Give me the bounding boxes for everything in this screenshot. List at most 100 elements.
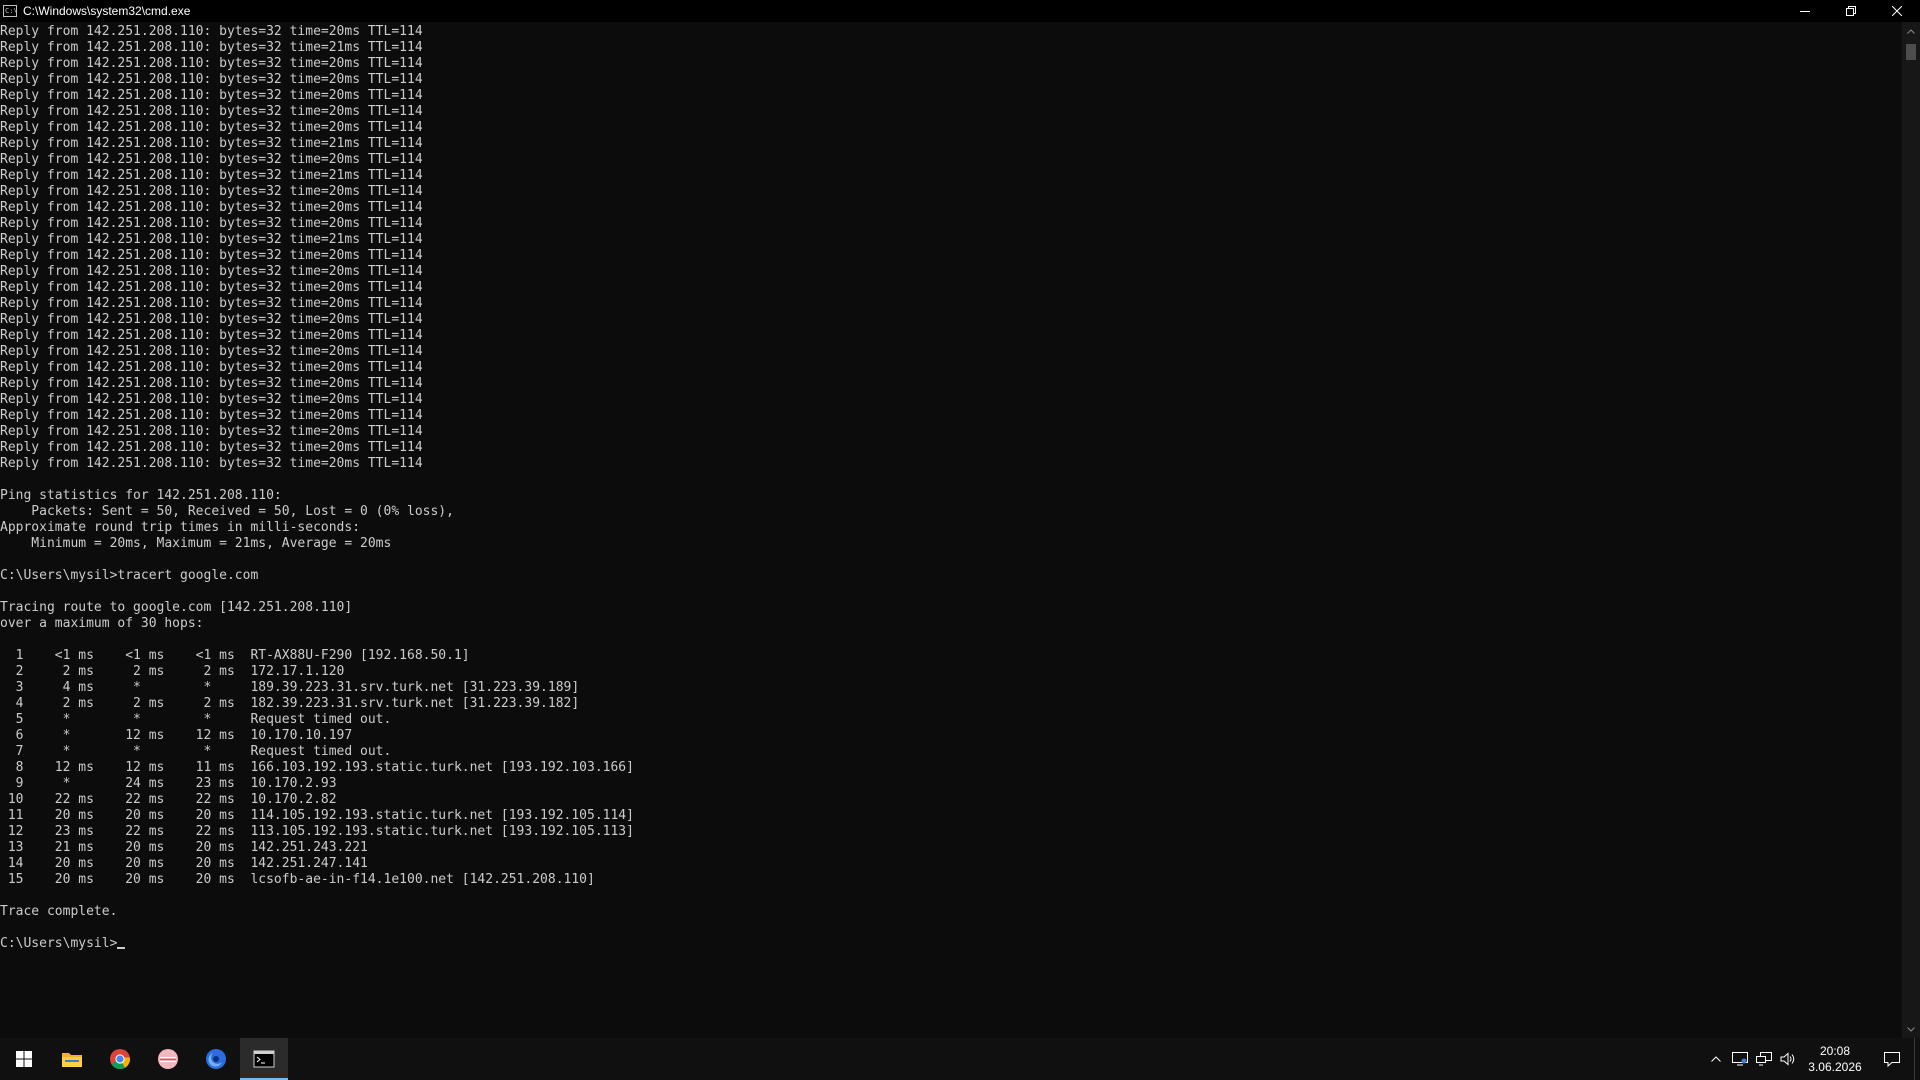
- console-line: Reply from 142.251.208.110: bytes=32 tim…: [0, 72, 423, 87]
- close-icon: [1892, 6, 1902, 16]
- taskbar-chrome[interactable]: [96, 1038, 144, 1080]
- restore-button[interactable]: [1828, 0, 1874, 22]
- console-line: 8 12 ms 12 ms 11 ms 166.103.192.193.stat…: [0, 760, 634, 775]
- console-line: Reply from 142.251.208.110: bytes=32 tim…: [0, 56, 423, 71]
- taskbar-app-blue[interactable]: [192, 1038, 240, 1080]
- cmd-app-icon: C:\: [3, 5, 18, 17]
- console-line: Reply from 142.251.208.110: bytes=32 tim…: [0, 168, 423, 183]
- window-title: C:\Windows\system32\cmd.exe: [23, 4, 191, 18]
- console-line: 13 21 ms 20 ms 20 ms 142.251.243.221: [0, 840, 368, 855]
- console-line: 5 * * * Request timed out.: [0, 712, 392, 727]
- volume-button[interactable]: [1776, 1038, 1800, 1080]
- title-bar[interactable]: C:\ C:\Windows\system32\cmd.exe: [0, 0, 1920, 22]
- system-tray: 20:08 3.06.2026: [1704, 1038, 1920, 1080]
- console-line: Reply from 142.251.208.110: bytes=32 tim…: [0, 88, 423, 103]
- show-desktop-button[interactable]: [1914, 1038, 1920, 1080]
- console-line: Reply from 142.251.208.110: bytes=32 tim…: [0, 360, 423, 375]
- app-icon: [158, 1049, 178, 1069]
- console-output[interactable]: Reply from 142.251.208.110: bytes=32 tim…: [0, 22, 1902, 1038]
- console-line: 12 23 ms 22 ms 22 ms 113.105.192.193.sta…: [0, 824, 634, 839]
- console-line: 4 2 ms 2 ms 2 ms 182.39.223.31.srv.turk.…: [0, 696, 580, 711]
- start-button[interactable]: [0, 1038, 48, 1080]
- console-line: Reply from 142.251.208.110: bytes=32 tim…: [0, 408, 423, 423]
- console-line: 3 4 ms * * 189.39.223.31.srv.turk.net [3…: [0, 680, 580, 695]
- taskbar-file-explorer[interactable]: [48, 1038, 96, 1080]
- chevron-up-icon: [1907, 28, 1915, 34]
- scroll-up-button[interactable]: [1902, 22, 1920, 40]
- console-line: Reply from 142.251.208.110: bytes=32 tim…: [0, 136, 423, 151]
- console-line: Reply from 142.251.208.110: bytes=32 tim…: [0, 152, 423, 167]
- console-line: Reply from 142.251.208.110: bytes=32 tim…: [0, 280, 423, 295]
- scroll-down-button[interactable]: [1902, 1020, 1920, 1038]
- taskbar: 20:08 3.06.2026: [0, 1038, 1920, 1080]
- console-line: C:\Users\mysil>tracert google.com: [0, 568, 259, 583]
- console-line: Reply from 142.251.208.110: bytes=32 tim…: [0, 264, 423, 279]
- app-icon: [206, 1049, 226, 1069]
- console-line: Reply from 142.251.208.110: bytes=32 tim…: [0, 40, 423, 55]
- tray-overflow-button[interactable]: [1704, 1038, 1728, 1080]
- console-line: Reply from 142.251.208.110: bytes=32 tim…: [0, 296, 423, 311]
- monitor-icon: [1732, 1052, 1748, 1066]
- console-line: 7 * * * Request timed out.: [0, 744, 392, 759]
- console-line: Reply from 142.251.208.110: bytes=32 tim…: [0, 248, 423, 263]
- command-prompt: C:\Users\mysil>: [0, 936, 118, 951]
- console-line: 6 * 12 ms 12 ms 10.170.10.197: [0, 728, 353, 743]
- network-icon: [1756, 1052, 1772, 1066]
- minimize-icon: [1800, 11, 1810, 12]
- console-line: 9 * 24 ms 23 ms 10.170.2.93: [0, 776, 337, 791]
- chevron-up-icon: [1711, 1056, 1721, 1062]
- terminal-icon: [253, 1050, 275, 1068]
- notification-icon: [1884, 1052, 1900, 1067]
- speaker-icon: [1780, 1052, 1795, 1066]
- console-line: 14 20 ms 20 ms 20 ms 142.251.247.141: [0, 856, 368, 871]
- window-controls: [1782, 0, 1920, 22]
- console-line: Reply from 142.251.208.110: bytes=32 tim…: [0, 312, 423, 327]
- console-line: Reply from 142.251.208.110: bytes=32 tim…: [0, 424, 423, 439]
- console-line: Minimum = 20ms, Maximum = 21ms, Average …: [0, 536, 392, 551]
- restore-icon: [1846, 6, 1856, 16]
- minimize-button[interactable]: [1782, 0, 1828, 22]
- taskbar-app-pink[interactable]: [144, 1038, 192, 1080]
- console-line: 11 20 ms 20 ms 20 ms 114.105.192.193.sta…: [0, 808, 634, 823]
- vertical-scrollbar[interactable]: [1902, 22, 1920, 1038]
- action-center-button[interactable]: [1870, 1038, 1914, 1080]
- network-button[interactable]: [1752, 1038, 1776, 1080]
- console-line: Reply from 142.251.208.110: bytes=32 tim…: [0, 376, 423, 391]
- console-line: Reply from 142.251.208.110: bytes=32 tim…: [0, 456, 423, 471]
- command-prompt-line[interactable]: C:\Users\mysil>: [0, 936, 1902, 952]
- taskbar-cmd[interactable]: [240, 1038, 288, 1080]
- console-line: Reply from 142.251.208.110: bytes=32 tim…: [0, 232, 423, 247]
- cmd-window[interactable]: C:\ C:\Windows\system32\cmd.exe Reply fr…: [0, 0, 1920, 1038]
- console-line: Reply from 142.251.208.110: bytes=32 tim…: [0, 328, 423, 343]
- console-line: Reply from 142.251.208.110: bytes=32 tim…: [0, 120, 423, 135]
- tray-app-icon-button[interactable]: [1728, 1038, 1752, 1080]
- console-line: Reply from 142.251.208.110: bytes=32 tim…: [0, 104, 423, 119]
- console-line: Reply from 142.251.208.110: bytes=32 tim…: [0, 216, 423, 231]
- console-line: Reply from 142.251.208.110: bytes=32 tim…: [0, 440, 423, 455]
- console-line: Ping statistics for 142.251.208.110:: [0, 488, 282, 503]
- console-line: 2 2 ms 2 ms 2 ms 172.17.1.120: [0, 664, 345, 679]
- console-line: 10 22 ms 22 ms 22 ms 10.170.2.82: [0, 792, 337, 807]
- folder-icon: [62, 1053, 82, 1067]
- clock-time: 20:08: [1819, 1044, 1851, 1058]
- console-line: Approximate round trip times in milli-se…: [0, 520, 361, 535]
- console-line: Reply from 142.251.208.110: bytes=32 tim…: [0, 344, 423, 359]
- console-line: over a maximum of 30 hops:: [0, 616, 204, 631]
- console-line: Reply from 142.251.208.110: bytes=32 tim…: [0, 200, 423, 215]
- console-line: Trace complete.: [0, 904, 118, 919]
- scroll-thumb[interactable]: [1906, 44, 1916, 60]
- console-line: Packets: Sent = 50, Received = 50, Lost …: [0, 504, 454, 519]
- console-line: Reply from 142.251.208.110: bytes=32 tim…: [0, 392, 423, 407]
- console-line: Reply from 142.251.208.110: bytes=32 tim…: [0, 184, 423, 199]
- chevron-down-icon: [1907, 1026, 1915, 1032]
- text-cursor: [117, 947, 126, 949]
- close-button[interactable]: [1874, 0, 1920, 22]
- console-line: 15 20 ms 20 ms 20 ms lcsofb-ae-in-f14.1e…: [0, 872, 595, 887]
- chrome-icon: [110, 1049, 131, 1070]
- console-line: 1 <1 ms <1 ms <1 ms RT-AX88U-F290 [192.1…: [0, 648, 470, 663]
- taskbar-clock[interactable]: 20:08 3.06.2026: [1800, 1038, 1870, 1080]
